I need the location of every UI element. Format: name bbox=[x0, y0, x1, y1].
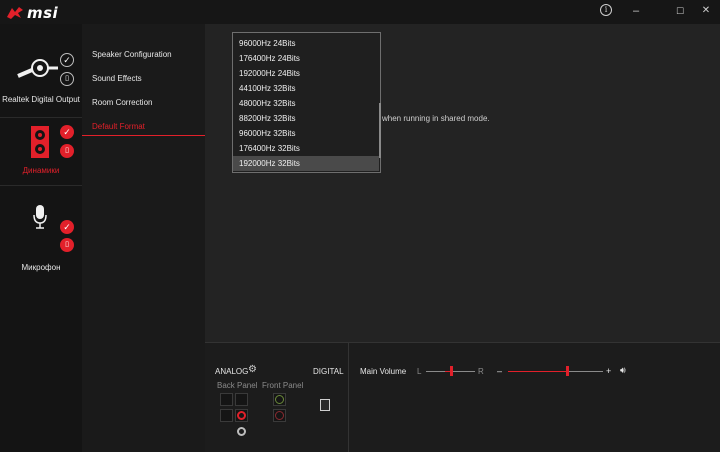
connector-icon: ▯ bbox=[60, 144, 74, 158]
balance-slider-thumb[interactable] bbox=[449, 366, 453, 376]
format-option[interactable]: 48000Hz 32Bits bbox=[233, 96, 379, 111]
format-option[interactable]: 96000Hz 32Bits bbox=[233, 126, 379, 141]
format-option[interactable]: 44100Hz 32Bits bbox=[233, 81, 379, 96]
device-label: Динамики bbox=[22, 166, 60, 175]
format-option[interactable]: 176400Hz 32Bits bbox=[233, 141, 379, 156]
active-jack-indicator bbox=[237, 411, 246, 420]
msi-logo: msi bbox=[6, 4, 58, 22]
close-button[interactable]: ✕ bbox=[697, 4, 715, 18]
default-device-check-icon[interactable]: ✓ bbox=[60, 125, 74, 139]
main-volume-label: Main Volume bbox=[360, 367, 407, 376]
connector-icon: ▯ bbox=[60, 72, 74, 86]
digital-label: DIGITAL bbox=[313, 367, 344, 376]
device-item-speakers[interactable]: ✓ ▯ Динамики bbox=[0, 118, 82, 184]
back-panel-label: Back Panel bbox=[217, 381, 258, 390]
front-panel-jack-headphone[interactable] bbox=[273, 393, 286, 406]
jack-ring bbox=[275, 395, 284, 404]
default-format-dropdown-list[interactable]: 96000Hz 24Bits 176400Hz 24Bits 192000Hz … bbox=[232, 32, 381, 173]
device-label: Realtek Digital Output bbox=[2, 95, 80, 104]
front-panel-jack-mic[interactable] bbox=[273, 409, 286, 422]
format-option[interactable]: 96000Hz 24Bits bbox=[233, 36, 379, 51]
title-bar: msi i – ☐ ✕ bbox=[0, 0, 720, 24]
active-menu-underline bbox=[82, 135, 205, 136]
divider bbox=[348, 343, 349, 452]
maximize-button[interactable]: ☐ bbox=[671, 4, 689, 18]
gear-icon[interactable]: ⚙ bbox=[248, 364, 257, 375]
jack-ring bbox=[275, 411, 284, 420]
default-device-check-icon[interactable]: ✓ bbox=[60, 53, 74, 67]
microphone-icon bbox=[33, 205, 47, 229]
digital-output-port-icon[interactable] bbox=[320, 399, 330, 411]
info-icon[interactable]: i bbox=[600, 4, 612, 16]
brand-name: msi bbox=[27, 4, 59, 22]
device-label: Микрофон bbox=[21, 263, 61, 272]
msi-dragon-icon bbox=[7, 7, 23, 19]
menu-item-speaker-configuration[interactable]: Speaker Configuration bbox=[92, 50, 172, 59]
shared-mode-description: when running in shared mode. bbox=[382, 114, 490, 123]
volume-slider-fill bbox=[508, 371, 567, 372]
default-device-check-icon[interactable]: ✓ bbox=[60, 220, 74, 234]
device-item-digital-output[interactable]: ✓ ▯ Realtek Digital Output bbox=[0, 24, 82, 116]
device-item-microphone[interactable]: ✓ ▯ Микрофон bbox=[0, 186, 82, 272]
format-option[interactable]: 192000Hz 24Bits bbox=[233, 66, 379, 81]
back-panel-jack[interactable] bbox=[220, 393, 233, 406]
minimize-button[interactable]: – bbox=[627, 4, 645, 18]
analog-label: ANALOG bbox=[215, 367, 249, 376]
device-list: ✓ ▯ Realtek Digital Output ✓ ▯ Динамики … bbox=[0, 24, 82, 452]
dropdown-scrollbar[interactable] bbox=[379, 103, 381, 158]
connector-icon: ▯ bbox=[60, 238, 74, 252]
format-option[interactable]: 88200Hz 32Bits bbox=[233, 111, 379, 126]
format-option[interactable]: 176400Hz 24Bits bbox=[233, 51, 379, 66]
menu-item-room-correction[interactable]: Room Correction bbox=[92, 98, 152, 107]
back-panel-jack[interactable] bbox=[235, 393, 248, 406]
speaker-icon bbox=[31, 126, 49, 158]
format-option-selected[interactable]: 192000Hz 32Bits bbox=[233, 156, 379, 171]
volume-speaker-icon[interactable]: 🔊︎ bbox=[620, 365, 626, 376]
digital-output-plug-icon bbox=[17, 59, 58, 78]
volume-plus-button[interactable]: + bbox=[606, 366, 611, 376]
bottom-panel: ANALOG ⚙ DIGITAL Back Panel Front Panel … bbox=[205, 342, 720, 452]
balance-left-label: L bbox=[417, 367, 422, 376]
back-panel-jack-round[interactable] bbox=[237, 427, 246, 436]
volume-slider-thumb[interactable] bbox=[565, 366, 569, 376]
menu-item-default-format[interactable]: Default Format bbox=[92, 122, 145, 131]
volume-minus-button[interactable]: – bbox=[497, 366, 502, 376]
balance-right-label: R bbox=[478, 367, 484, 376]
front-panel-label: Front Panel bbox=[262, 381, 304, 390]
settings-menu: Speaker Configuration Sound Effects Room… bbox=[82, 24, 205, 452]
menu-item-sound-effects[interactable]: Sound Effects bbox=[92, 74, 142, 83]
back-panel-jack[interactable] bbox=[220, 409, 233, 422]
back-panel-jack-speakers[interactable] bbox=[235, 409, 248, 422]
